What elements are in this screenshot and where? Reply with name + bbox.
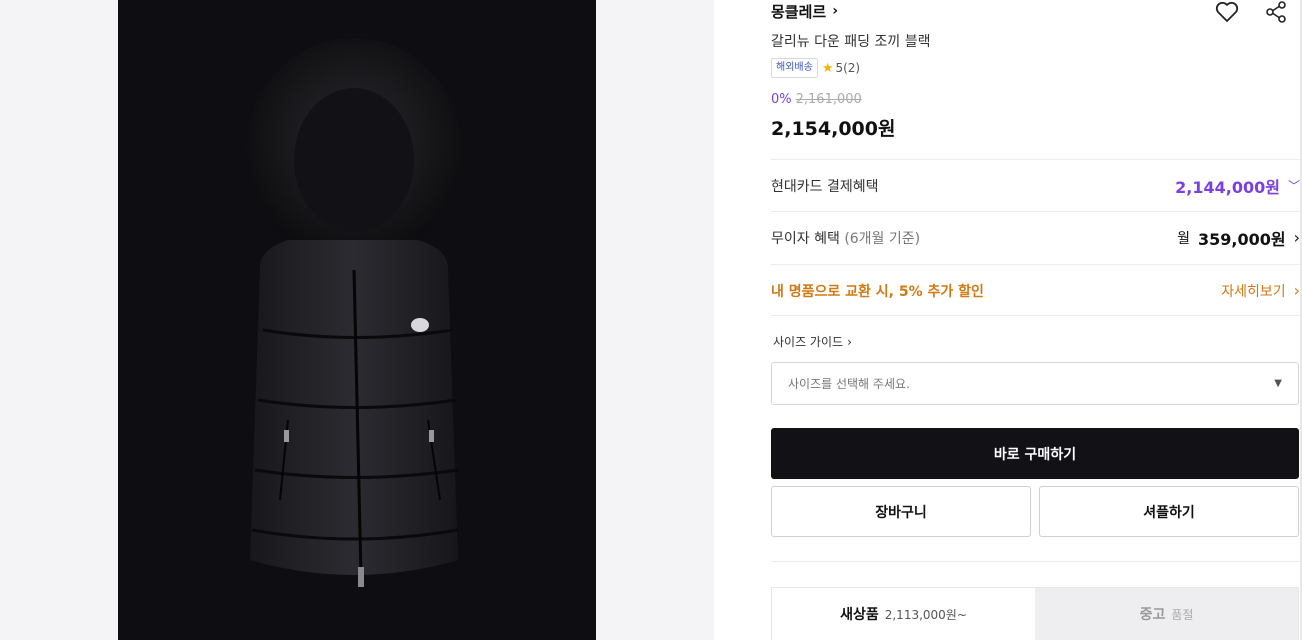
installment-price: 359,000원 bbox=[1197, 229, 1286, 249]
tab-new[interactable]: 새상품 2,113,000원~ bbox=[772, 588, 1035, 640]
size-select[interactable]: 사이즈를 선택해 주세요. ▼ bbox=[771, 362, 1299, 405]
rating-value: 5(2) bbox=[835, 61, 861, 75]
card-benefit-row[interactable]: 현대카드 결제혜택 2,144,000원 ﹀ bbox=[771, 159, 1300, 211]
cart-button[interactable]: 장바구니 bbox=[771, 486, 1031, 537]
size-select-placeholder: 사이즈를 선택해 주세요. bbox=[788, 377, 910, 391]
size-guide-label: 사이즈 가이드 bbox=[773, 335, 844, 349]
size-guide-link[interactable]: 사이즈 가이드 › bbox=[773, 333, 852, 350]
left-gutter bbox=[0, 0, 118, 640]
vest-illustration bbox=[246, 38, 462, 587]
chevron-right-icon: › bbox=[847, 334, 852, 349]
share-icon[interactable] bbox=[1264, 0, 1288, 24]
divider bbox=[771, 561, 1300, 562]
mid-gutter bbox=[596, 0, 714, 640]
installment-sub: (6개월 기준) bbox=[844, 230, 921, 247]
tab-used[interactable]: 중고 품절 bbox=[1035, 588, 1298, 640]
chevron-right-icon: › bbox=[832, 3, 838, 19]
dropdown-arrow-icon: ▼ bbox=[1274, 378, 1282, 389]
product-image[interactable] bbox=[118, 0, 596, 640]
installment-label: 무이자 혜택 bbox=[771, 230, 840, 247]
installment-row[interactable]: 무이자 혜택 (6개월 기준) 월 359,000원 › bbox=[771, 211, 1300, 263]
installment-prefix: 월 bbox=[1177, 230, 1190, 247]
discount-rate: 0% bbox=[771, 92, 792, 107]
card-benefit-price: 2,144,000원 bbox=[1175, 177, 1280, 197]
tab-new-label: 새상품 bbox=[840, 607, 879, 623]
brand-name: 몽클레르 bbox=[771, 2, 827, 21]
tab-used-label: 중고 bbox=[1139, 607, 1166, 623]
heart-icon[interactable] bbox=[1215, 0, 1239, 24]
tab-new-price: 2,113,000원~ bbox=[884, 607, 967, 622]
condition-tabs: 새상품 2,113,000원~ 중고 품절 bbox=[771, 587, 1299, 640]
badge-row: 해외배송 ★ 5(2) bbox=[771, 58, 860, 78]
product-title: 갈리뉴 다운 패딩 조끼 블랙 bbox=[771, 34, 931, 50]
chevron-down-icon: ﹀ bbox=[1287, 179, 1300, 193]
star-icon: ★ bbox=[821, 60, 834, 76]
tab-used-status: 품절 bbox=[1171, 607, 1194, 622]
buy-now-button[interactable]: 바로 구매하기 bbox=[771, 428, 1299, 479]
brand-link[interactable]: 몽클레르 › bbox=[771, 0, 838, 22]
sale-price: 2,154,000원 bbox=[771, 118, 896, 140]
exchange-detail-link[interactable]: 자세히보기 bbox=[1221, 281, 1285, 301]
original-price: 2,161,000 bbox=[795, 92, 862, 107]
overseas-shipping-badge: 해외배송 bbox=[771, 58, 818, 78]
discount-row: 0% 2,161,000 bbox=[771, 92, 862, 107]
shuffle-button[interactable]: 셔플하기 bbox=[1039, 486, 1299, 537]
exchange-row[interactable]: 내 명품으로 교환 시, 5% 추가 할인 자세히보기 › bbox=[771, 264, 1300, 316]
rating[interactable]: ★ 5(2) bbox=[822, 61, 860, 76]
card-benefit-label: 현대카드 결제혜택 bbox=[771, 178, 879, 195]
divider bbox=[771, 315, 1300, 316]
exchange-label: 내 명품으로 교환 시, 5% 추가 할인 bbox=[771, 283, 984, 300]
